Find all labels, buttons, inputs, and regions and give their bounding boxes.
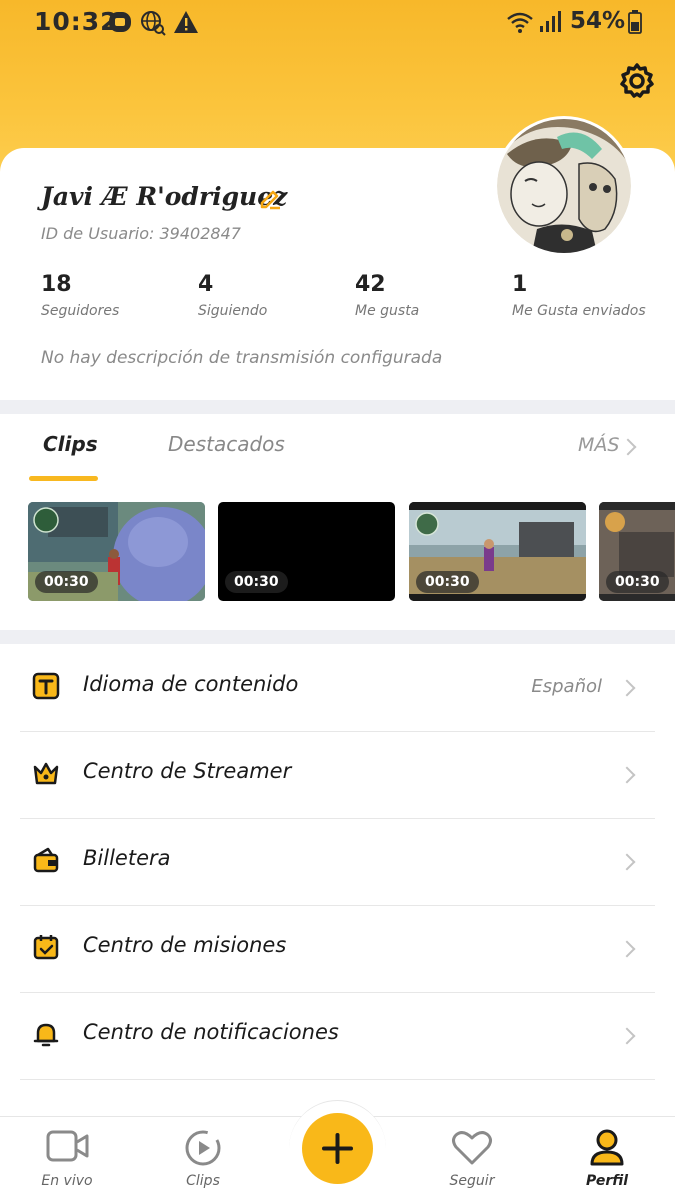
settings-gear-icon[interactable]: [617, 61, 657, 101]
vpn-globe-icon: [141, 11, 166, 36]
menu-item-streamer-center[interactable]: Centro de Streamer: [20, 731, 655, 819]
stat-value: 18: [41, 272, 72, 297]
nav-profile[interactable]: Perfil: [567, 1127, 647, 1189]
stat-label: Me Gusta enviados: [512, 303, 646, 319]
edit-pencil-icon[interactable]: [258, 186, 282, 210]
clip-duration: 00:30: [225, 571, 288, 593]
stat-following[interactable]: 4 Siguiendo: [198, 272, 267, 319]
crown-icon: [33, 762, 59, 785]
status-time: 10:32: [34, 7, 119, 36]
wallet-icon: [33, 847, 59, 873]
avatar[interactable]: [497, 119, 631, 253]
menu-item-content-language[interactable]: Idioma de contenido Español: [20, 644, 655, 732]
chevron-right-icon: [618, 1027, 636, 1045]
stat-label: Siguiendo: [198, 303, 268, 319]
avatar-illustration: [497, 119, 631, 253]
user-id: ID de Usuario: 39402847: [41, 224, 241, 243]
menu-item-label: Centro de notificaciones: [83, 1020, 339, 1044]
clip-thumbnail[interactable]: 00:30: [599, 502, 675, 601]
create-plus-button[interactable]: [302, 1113, 373, 1184]
app-notification-icon: [109, 12, 131, 32]
clip-duration: 00:30: [35, 571, 98, 593]
nav-clips[interactable]: Clips: [163, 1127, 243, 1189]
stat-value: 42: [355, 272, 386, 297]
active-tab-indicator: [29, 476, 98, 481]
clip-duration: 00:30: [416, 571, 479, 593]
stat-label: Me gusta: [355, 303, 420, 319]
menu-item-label: Idioma de contenido: [83, 672, 299, 696]
wifi-icon: [507, 12, 533, 33]
status-bar: 10:32 54%: [0, 0, 675, 44]
menu-item-wallet[interactable]: Billetera: [20, 818, 655, 906]
battery-percentage: 54%: [570, 8, 626, 34]
chevron-right-icon: [618, 766, 636, 784]
menu-item-label: Billetera: [83, 846, 171, 870]
nav-follow[interactable]: Seguir: [432, 1127, 512, 1189]
nav-label: Clips: [186, 1173, 220, 1189]
heart-icon: [452, 1131, 492, 1165]
live-camera-icon: [46, 1130, 89, 1162]
nav-label: Perfil: [585, 1173, 629, 1189]
battery-icon: [628, 10, 642, 34]
chevron-right-icon: [618, 679, 636, 697]
calendar-check-icon: [33, 935, 59, 960]
menu-item-label: Centro de Streamer: [83, 759, 292, 783]
stat-followers[interactable]: 18 Seguidores: [41, 272, 119, 319]
clips-play-icon: [185, 1130, 221, 1166]
menu-item-label: Centro de misiones: [83, 933, 287, 957]
chevron-right-icon: [618, 853, 636, 871]
section-divider: [0, 630, 675, 644]
tab-destacados[interactable]: Destacados: [168, 432, 285, 456]
plus-icon: [322, 1133, 353, 1164]
menu-item-notifications-center[interactable]: Centro de notificaciones: [20, 992, 655, 1080]
menu-item-missions-center[interactable]: Centro de misiones: [20, 905, 655, 993]
stat-value: 4: [198, 272, 214, 297]
chevron-right-icon[interactable]: [619, 438, 637, 456]
translate-icon: [32, 672, 60, 700]
stream-description: No hay descripción de transmisión config…: [41, 348, 443, 368]
chevron-right-icon: [618, 940, 636, 958]
stat-value: 1: [512, 272, 528, 297]
profile-name: Javi Æ R'odriguez: [41, 182, 288, 211]
clip-duration: 00:30: [606, 571, 669, 593]
more-link[interactable]: MÁS: [578, 434, 619, 456]
signal-icon: [540, 11, 561, 32]
nav-label: En vivo: [41, 1173, 93, 1189]
nav-live[interactable]: En vivo: [27, 1127, 107, 1189]
section-divider: [0, 400, 675, 414]
menu-item-value: Español: [531, 676, 602, 697]
clip-thumbnail[interactable]: 00:30: [218, 502, 395, 601]
nav-label: Seguir: [449, 1173, 495, 1189]
tab-clips[interactable]: Clips: [43, 432, 98, 456]
stat-likes[interactable]: 42 Me gusta: [355, 272, 419, 319]
stat-likes-sent[interactable]: 1 Me Gusta enviados: [512, 272, 646, 319]
clip-thumbnail[interactable]: 00:30: [28, 502, 205, 601]
warning-icon: [174, 11, 198, 33]
clip-thumbnail[interactable]: 00:30: [409, 502, 586, 601]
profile-icon: [590, 1129, 624, 1166]
stat-label: Seguidores: [41, 303, 120, 319]
bell-icon: [33, 1023, 59, 1047]
